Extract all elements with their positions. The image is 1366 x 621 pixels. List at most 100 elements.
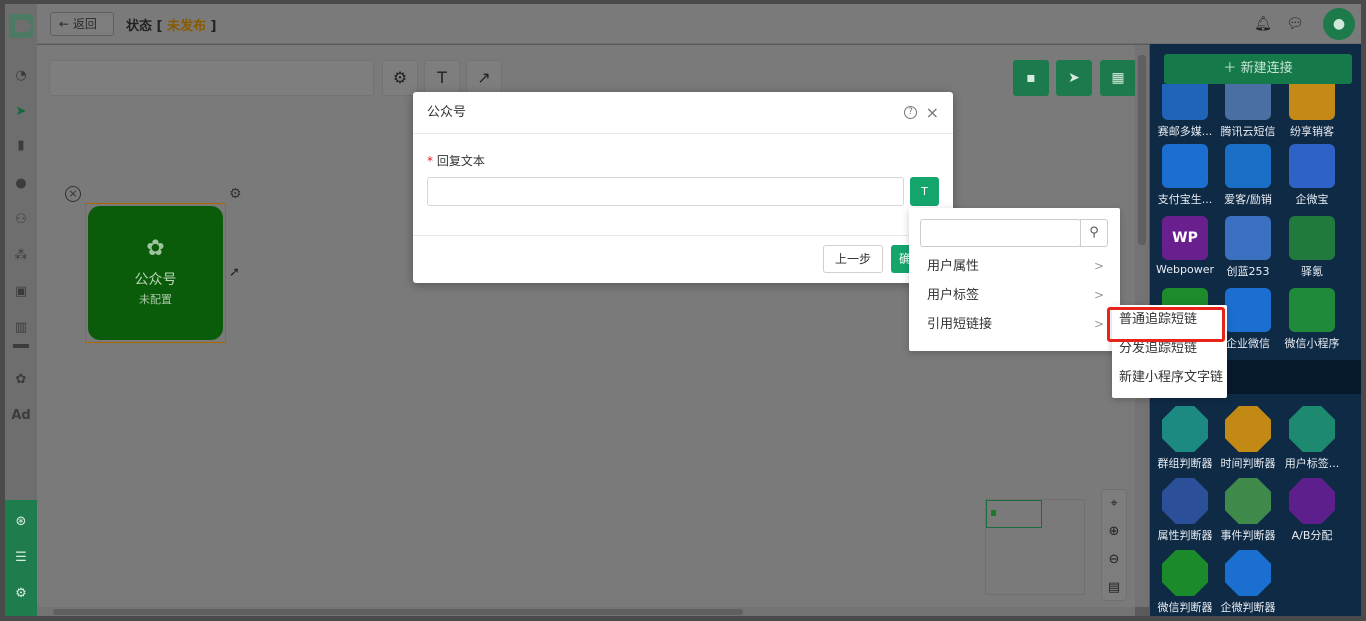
layout-button[interactable]: ▦ — [1100, 60, 1136, 96]
tile-qiweibao[interactable]: 企微宝 — [1280, 144, 1344, 207]
users-icon[interactable]: ⚇ — [9, 210, 33, 230]
arrow-tool-button[interactable]: ↗ — [466, 60, 502, 96]
wechat-config-dialog: 公众号 ? × * 回复文本 T 上一步 确 — [413, 92, 953, 283]
tile-ab-split[interactable]: A/B分配 — [1280, 478, 1344, 543]
prev-step-button[interactable]: 上一步 — [823, 245, 883, 273]
qiweibao-icon — [1289, 144, 1335, 188]
reply-text-input[interactable] — [427, 177, 904, 206]
node-settings-button[interactable]: ⚙ — [229, 186, 242, 202]
tile-time-judge[interactable]: 时间判断器 — [1216, 406, 1280, 471]
avatar[interactable]: ● — [1323, 8, 1355, 40]
tile-label: 赛邮多媒... — [1157, 125, 1213, 138]
tile-aike[interactable]: 爱客/励销 — [1216, 144, 1280, 207]
user-icon[interactable]: ● — [9, 174, 33, 194]
dropdown-item-label: 用户属性 — [927, 259, 980, 274]
scrollbar-thumb[interactable] — [1138, 55, 1146, 245]
layout-icon: ▦ — [1111, 70, 1125, 86]
minimap[interactable] — [985, 499, 1085, 595]
dropdown-item-user-tag[interactable]: 用户标签 > — [909, 281, 1120, 310]
tile-saiyou[interactable]: 赛邮多媒... — [1153, 84, 1217, 139]
locate-icon[interactable]: ⌖ — [1102, 490, 1126, 518]
dialog-divider — [413, 235, 953, 236]
profile-icon[interactable]: ▣ — [9, 282, 33, 302]
tile-attr-judge[interactable]: 属性判断器 — [1153, 478, 1217, 543]
save-icon: ▪ — [1026, 70, 1036, 86]
back-button[interactable]: ← 返回 — [50, 12, 114, 36]
bar-chart-icon[interactable]: ▥ — [9, 318, 33, 338]
tile-group-judge[interactable]: 群组判断器 — [1153, 406, 1217, 471]
zoom-in-icon[interactable]: ⊕ — [1102, 518, 1126, 546]
server-icon[interactable]: ☰ — [9, 548, 33, 568]
submenu-item-distribute-tracking[interactable]: 分发追踪短链 — [1112, 334, 1227, 363]
wecom-icon — [1225, 288, 1271, 332]
tile-label: 企微判断器 — [1220, 601, 1276, 614]
group-judge-icon — [1162, 406, 1208, 452]
submenu-item-normal-tracking[interactable]: 普通追踪短链 — [1112, 305, 1227, 334]
bell-icon[interactable]: 🔔︎ — [1253, 14, 1273, 34]
cloud-icon — [1225, 84, 1271, 120]
flow-node-body[interactable]: ✿ 公众号 未配置 — [88, 206, 223, 340]
wechat-icon: ✿ — [146, 236, 165, 261]
left-nav-bottom: ⊛ ☰ ⚙ — [5, 500, 37, 616]
search-icon[interactable]: ⚲ — [1080, 219, 1108, 247]
new-connection-button[interactable]: ＋ 新建连接 — [1164, 54, 1352, 84]
close-icon: × — [68, 187, 78, 200]
node-connector-handle[interactable]: ➚ — [229, 265, 240, 280]
settings-tool-button[interactable]: ⚙ — [382, 60, 418, 96]
dialog-header: 公众号 ? × — [413, 92, 953, 134]
save-button[interactable]: ▪ — [1013, 60, 1049, 96]
text-variable-icon: T — [921, 185, 928, 198]
gear-icon: ⚙ — [229, 186, 242, 202]
flow-node-wechat[interactable]: ✿ 公众号 未配置 — [85, 203, 226, 343]
tile-label: 属性判断器 — [1157, 529, 1213, 542]
publish-button[interactable]: ➤ — [1056, 60, 1092, 96]
tile-fxiaoke[interactable]: 纷享销客 — [1280, 84, 1344, 139]
dropdown-item-user-attr[interactable]: 用户属性 > — [909, 252, 1120, 281]
fit-view-icon[interactable]: ▤ — [1102, 574, 1126, 602]
paper-plane-icon: ➤ — [1068, 70, 1080, 86]
network-icon[interactable]: ⊛ — [9, 512, 33, 532]
bookmark-icon[interactable]: ▮ — [9, 136, 33, 156]
close-icon[interactable]: × — [926, 92, 939, 134]
tile-miniprogram[interactable]: 微信小程序 — [1280, 288, 1344, 351]
help-icon[interactable]: ? — [904, 106, 917, 119]
plus-icon: ＋ — [1223, 61, 1241, 76]
group-icon[interactable]: ⁂ — [9, 246, 33, 266]
tile-event-judge[interactable]: 事件判断器 — [1216, 478, 1280, 543]
tile-tag-judge[interactable]: 用户标签... — [1280, 406, 1344, 471]
scrollbar-thumb[interactable] — [53, 609, 743, 615]
tile-alipay[interactable]: 支付宝生... — [1153, 144, 1217, 207]
node-delete-button[interactable]: × — [65, 186, 81, 202]
dropdown-item-short-link[interactable]: 引用短链接 > — [909, 310, 1120, 339]
top-bar: ← 返回 状态 [ 未发布 ] 🔔︎ 💬︎ ● — [37, 4, 1361, 44]
chuanglan-icon — [1225, 216, 1271, 260]
tile-webpower[interactable]: WP Webpower — [1153, 216, 1217, 276]
wechat-icon — [1162, 550, 1208, 596]
spider-icon — [1289, 216, 1335, 260]
canvas-horizontal-scrollbar[interactable] — [37, 607, 1135, 616]
tile-wecom-judge[interactable]: 企微判断器 — [1216, 550, 1280, 615]
tile-wechat-judge[interactable]: 微信判断器 — [1153, 550, 1217, 615]
submenu-item-new-miniprogram-link[interactable]: 新建小程序文字链 — [1112, 363, 1227, 392]
ad-icon[interactable]: Ad — [9, 406, 33, 426]
zoom-out-icon[interactable]: ⊖ — [1102, 546, 1126, 574]
send-icon[interactable]: ➤ — [9, 102, 33, 122]
wechat-icon[interactable]: ✿ — [9, 370, 33, 390]
split-icon — [1289, 478, 1335, 524]
tile-label: 微信小程序 — [1284, 337, 1340, 350]
settings-icon[interactable]: ⚙ — [9, 584, 33, 604]
tile-label: 创蓝253 — [1226, 265, 1270, 278]
submenu-item-label: 普通追踪短链 — [1119, 312, 1198, 327]
dashboard-icon[interactable]: ◔ — [9, 66, 33, 86]
chat-icon[interactable]: 💬︎ — [1285, 14, 1305, 34]
tile-chuanglan[interactable]: 创蓝253 — [1216, 216, 1280, 279]
zoom-controls: ⌖ ⊕ ⊖ ▤ — [1101, 489, 1127, 601]
dropdown-search-input[interactable] — [920, 219, 1081, 247]
submenu-item-label: 新建小程序文字链 — [1119, 370, 1224, 385]
text-tool-button[interactable]: T — [424, 60, 460, 96]
tile-tencent-sms[interactable]: 腾讯云短信 — [1216, 84, 1280, 139]
canvas-name-input[interactable] — [49, 60, 374, 96]
tile-yike[interactable]: 驿氪 — [1280, 216, 1344, 279]
insert-variable-button[interactable]: T — [910, 177, 939, 206]
nav-divider — [13, 344, 29, 348]
